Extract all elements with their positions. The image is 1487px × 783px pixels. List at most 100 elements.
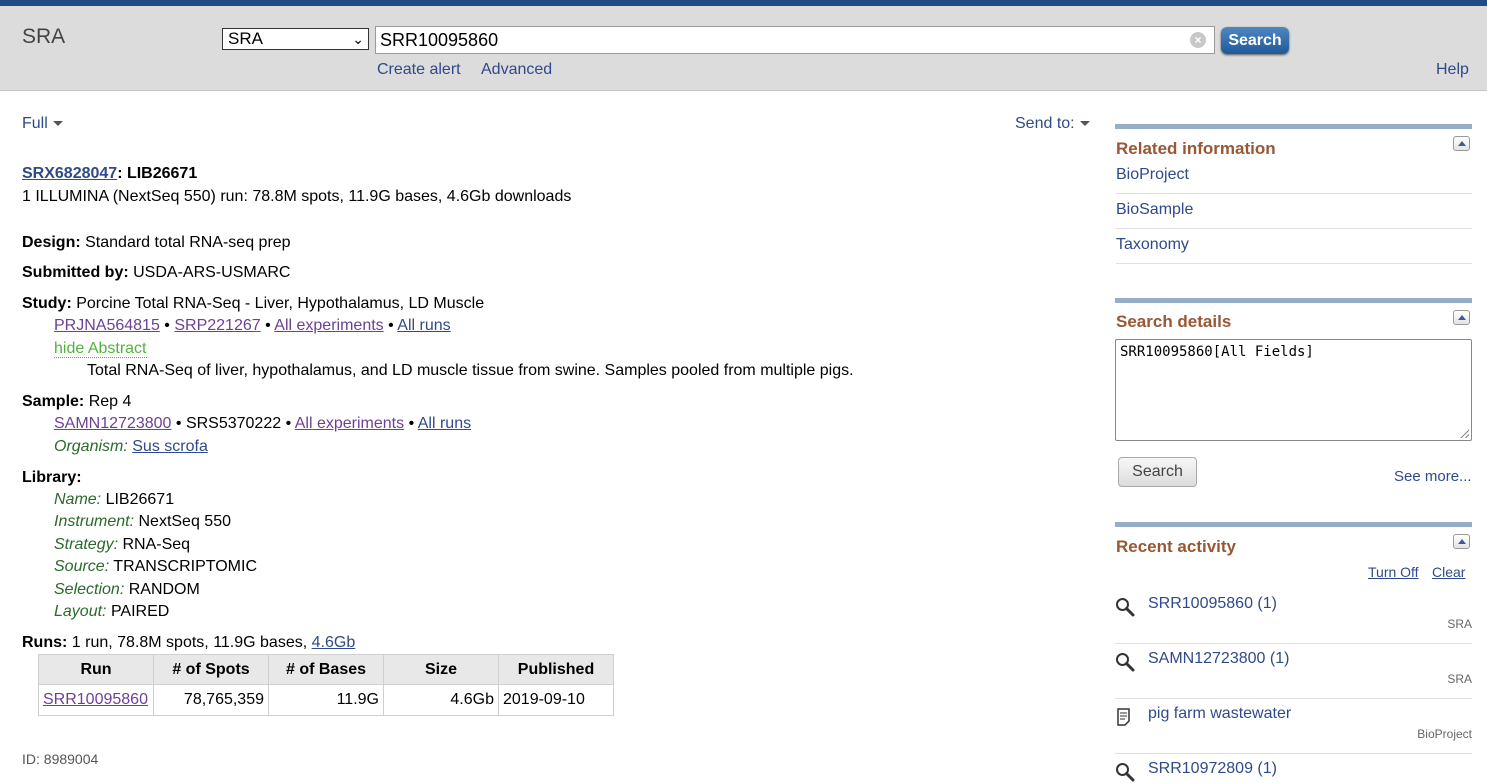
help-link[interactable]: Help xyxy=(1436,61,1469,79)
library-key: Source: xyxy=(54,558,110,575)
organism-label: Organism: xyxy=(54,438,128,455)
separator: • xyxy=(265,317,271,334)
format-menu[interactable]: Full xyxy=(22,115,63,133)
library-value: TRANSCRIPTOMIC xyxy=(113,558,258,575)
srs-accession: SRS5370222 xyxy=(185,415,282,432)
database-select-value: SRA xyxy=(228,29,263,48)
search-details-title: Search details xyxy=(1116,312,1232,331)
recent-activity-item[interactable]: SRR10095860 (1) SRA xyxy=(1115,589,1472,644)
record-id: ID: 8989004 xyxy=(22,751,99,767)
collapse-icon[interactable] xyxy=(1453,534,1470,549)
separator: • xyxy=(285,415,292,432)
sample-value: Rep 4 xyxy=(88,393,132,410)
experiment-accession-link[interactable]: SRX6828047 xyxy=(22,165,117,182)
column-header: Run xyxy=(38,654,154,685)
submitted-row: Submitted by: USDA-ARS-USMARC xyxy=(22,264,290,282)
sample-all-runs-link[interactable]: All runs xyxy=(418,415,471,432)
recent-activity-label: SRR10095860 (1) xyxy=(1148,595,1277,612)
document-icon xyxy=(1117,708,1130,726)
table-cell: 78,765,359 xyxy=(153,684,269,716)
separator: • xyxy=(175,415,182,432)
organism-row: Organism: Sus scrofa xyxy=(54,438,208,456)
search-details-query: SRR10095860[All Fields] xyxy=(1120,344,1314,360)
recent-activity-item[interactable]: SRR10972809 (1) xyxy=(1115,754,1472,783)
clear-icon[interactable]: × xyxy=(1190,32,1206,48)
column-header: Size xyxy=(383,654,499,685)
recent-activity-label: SRR10972809 (1) xyxy=(1148,760,1277,777)
related-item-label: BioSample xyxy=(1116,201,1194,218)
collapse-icon[interactable] xyxy=(1453,310,1470,325)
database-name: SRA xyxy=(22,25,66,48)
related-item-taxonomy[interactable]: Taxonomy xyxy=(1116,229,1472,264)
portlet-divider xyxy=(1115,522,1472,527)
collapse-icon[interactable] xyxy=(1453,136,1470,151)
submitted-label: Submitted by: xyxy=(22,264,129,281)
resize-handle-icon[interactable] xyxy=(1460,429,1469,438)
magnifier-icon xyxy=(1116,598,1135,617)
clear-link[interactable]: Clear xyxy=(1432,564,1465,580)
magnifier-icon xyxy=(1116,653,1135,672)
search-details-button[interactable]: Search xyxy=(1118,457,1197,487)
design-value: Standard total RNA-seq prep xyxy=(85,234,291,251)
related-item-biosample[interactable]: BioSample xyxy=(1116,194,1472,229)
library-label: Library: xyxy=(22,469,82,486)
chevron-down-icon: ⌄ xyxy=(352,31,364,47)
search-header: SRA SRA ⌄ SRR10095860 × Search Create al… xyxy=(0,6,1487,91)
recent-activity-db: SRA xyxy=(1447,672,1472,686)
column-header: Published xyxy=(498,654,614,685)
runs-size-link[interactable]: 4.6Gb xyxy=(312,634,356,651)
turn-off-link[interactable]: Turn Off xyxy=(1368,564,1419,580)
study-all-runs-link[interactable]: All runs xyxy=(397,317,450,334)
recent-activity-item[interactable]: SAMN12723800 (1) SRA xyxy=(1115,644,1472,699)
search-button[interactable]: Search xyxy=(1221,27,1289,54)
sample-all-experiments-link[interactable]: All experiments xyxy=(295,415,404,432)
library-value: RNA-Seq xyxy=(122,536,191,553)
send-to-menu[interactable]: Send to: xyxy=(1015,115,1090,133)
biosample-link[interactable]: SAMN12723800 xyxy=(54,415,171,432)
column-header: # of Bases xyxy=(268,654,384,685)
hide-abstract-toggle[interactable]: hide Abstract xyxy=(54,340,147,358)
database-select[interactable]: SRA ⌄ xyxy=(222,28,369,50)
bioproject-link[interactable]: PRJNA564815 xyxy=(54,317,160,334)
separator: • xyxy=(408,415,415,432)
library-strategy-row: Strategy: RNA-Seq xyxy=(54,536,190,554)
search-details-textarea[interactable]: SRR10095860[All Fields] xyxy=(1115,339,1472,441)
see-more-link[interactable]: See more... xyxy=(1394,468,1472,485)
study-row: Study: Porcine Total RNA-Seq - Liver, Hy… xyxy=(22,295,484,313)
library-source-row: Source: TRANSCRIPTOMIC xyxy=(54,558,257,576)
sample-row: Sample: Rep 4 xyxy=(22,393,131,411)
runs-label: Runs: xyxy=(22,634,68,651)
library-instrument-row: Instrument: NextSeq 550 xyxy=(54,513,231,531)
study-value: Porcine Total RNA-Seq - Liver, Hypothala… xyxy=(76,295,485,312)
study-all-experiments-link[interactable]: All experiments xyxy=(274,317,383,334)
related-item-label: Taxonomy xyxy=(1116,236,1189,253)
run-accession-link[interactable]: SRR10095860 xyxy=(43,691,148,708)
library-value: RANDOM xyxy=(128,581,200,598)
library-key: Layout: xyxy=(54,603,107,620)
table-header-row: Run # of Spots # of Bases Size Published xyxy=(38,654,614,685)
search-input-value: SRR10095860 xyxy=(380,30,499,50)
portlet-divider xyxy=(1115,298,1472,303)
submitted-value: USDA-ARS-USMARC xyxy=(133,264,291,281)
table-row: SRR10095860 78,765,359 11.9G 4.6Gb 2019-… xyxy=(38,684,614,716)
design-label: Design: xyxy=(22,234,81,251)
create-alert-link[interactable]: Create alert xyxy=(377,61,461,79)
advanced-search-link[interactable]: Advanced xyxy=(481,61,552,79)
recent-activity-label: pig farm wastewater xyxy=(1148,705,1292,722)
recent-activity-db: BioProject xyxy=(1417,727,1472,741)
library-layout-row: Layout: PAIRED xyxy=(54,603,169,621)
organism-link[interactable]: Sus scrofa xyxy=(132,438,208,455)
srp-link[interactable]: SRP221267 xyxy=(174,317,260,334)
library-value: NextSeq 550 xyxy=(138,513,231,530)
related-item-bioproject[interactable]: BioProject xyxy=(1116,159,1472,194)
search-input[interactable]: SRR10095860 × xyxy=(375,26,1215,54)
related-information-title: Related information xyxy=(1116,139,1276,158)
library-key: Name: xyxy=(54,491,102,508)
study-links: PRJNA564815 • SRP221267 • All experiment… xyxy=(54,317,451,335)
library-key: Strategy: xyxy=(54,536,119,553)
recent-activity-item[interactable]: pig farm wastewater BioProject xyxy=(1115,699,1472,754)
portlet-divider xyxy=(1115,124,1472,129)
library-key: Instrument: xyxy=(54,513,135,530)
record-title-suffix: : LIB26671 xyxy=(117,165,198,182)
design-row: Design: Standard total RNA-seq prep xyxy=(22,234,291,252)
